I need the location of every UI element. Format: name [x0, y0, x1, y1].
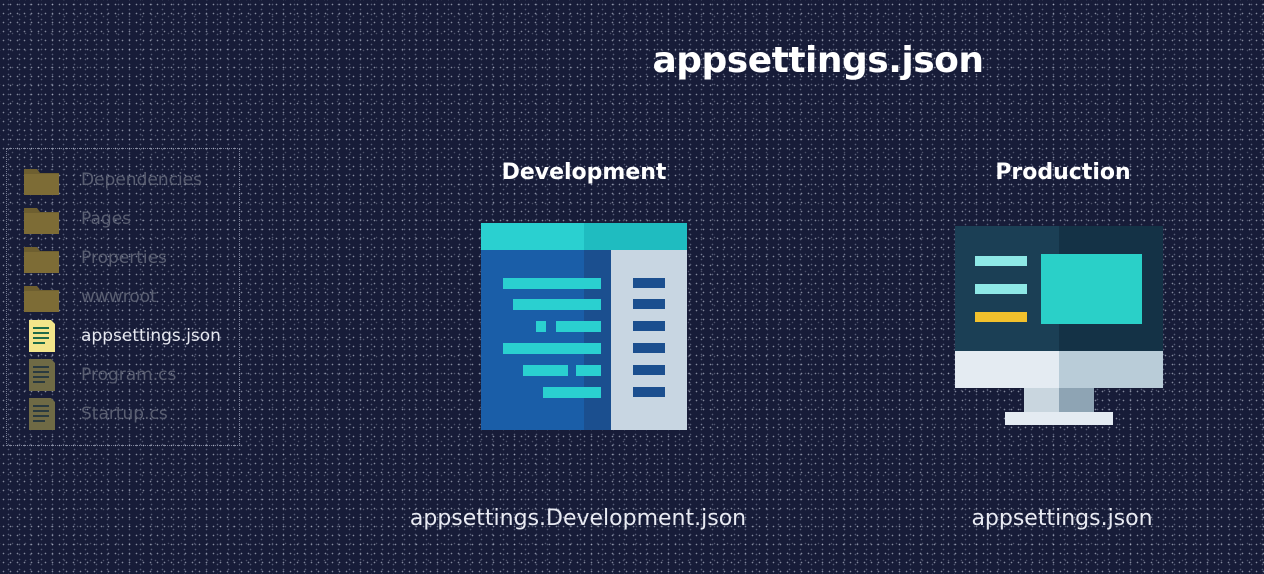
tree-item-startup[interactable]: Startup.cs — [23, 397, 233, 431]
tree-item-label: Program.cs — [81, 365, 177, 385]
tree-item-label: appsettings.json — [81, 326, 221, 346]
tree-item-label: Dependencies — [81, 170, 202, 190]
tree-item-label: wwwroot — [81, 287, 157, 307]
tree-item-properties[interactable]: Properties — [23, 241, 233, 275]
tree-item-appsettings[interactable]: appsettings.json — [23, 319, 233, 353]
folder-icon — [24, 208, 59, 234]
file-icon — [29, 320, 55, 352]
development-heading: Development — [501, 160, 667, 185]
folder-icon — [24, 286, 59, 312]
production-filename: appsettings.json — [971, 506, 1153, 531]
tree-item-label: Pages — [81, 209, 132, 229]
tree-item-label: Startup.cs — [81, 404, 168, 424]
tree-item-dependencies[interactable]: Dependencies — [23, 163, 233, 197]
tree-item-label: Properties — [81, 248, 167, 268]
code-editor-icon — [481, 223, 687, 430]
tree-item-wwwroot[interactable]: wwwroot — [23, 280, 233, 314]
production-heading: Production — [995, 160, 1131, 185]
solution-explorer: Dependencies Pages Properties wwwroot ap… — [6, 148, 240, 446]
page-title: appsettings.json — [652, 40, 984, 81]
monitor-icon — [955, 226, 1163, 425]
file-icon — [29, 398, 55, 430]
folder-icon — [24, 247, 59, 273]
tree-item-pages[interactable]: Pages — [23, 202, 233, 236]
development-filename: appsettings.Development.json — [409, 506, 747, 531]
file-icon — [29, 359, 55, 391]
tree-item-program[interactable]: Program.cs — [23, 358, 233, 392]
folder-icon — [24, 169, 59, 195]
